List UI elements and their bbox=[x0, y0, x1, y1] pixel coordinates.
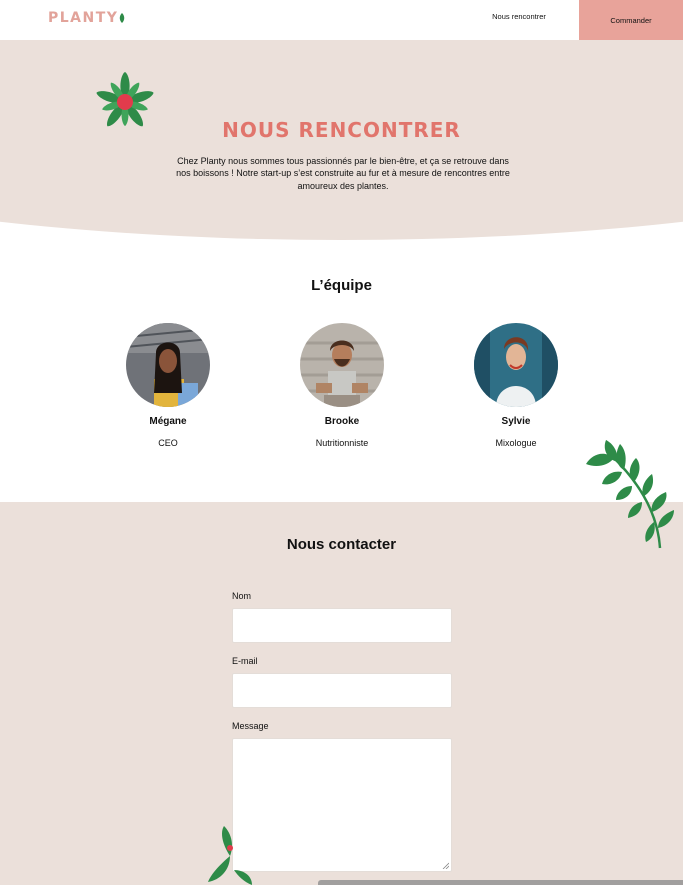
member-name: Sylvie bbox=[501, 416, 531, 427]
logo[interactable]: PLANTY bbox=[48, 10, 125, 26]
contact-title: Nous contacter bbox=[286, 536, 397, 553]
horizontal-scrollbar[interactable] bbox=[318, 880, 683, 885]
site-header: PLANTY Nous rencontrer Commander bbox=[0, 0, 683, 40]
member-name: Mégane bbox=[149, 416, 187, 427]
hero-description: Chez Planty nous sommes tous passionnés … bbox=[176, 156, 510, 191]
avatar bbox=[126, 323, 210, 407]
avatar bbox=[300, 323, 384, 407]
member-role: Nutritionniste bbox=[315, 438, 369, 448]
name-field[interactable] bbox=[232, 608, 452, 643]
member-role: Mixologue bbox=[495, 438, 537, 448]
message-label: Message bbox=[232, 721, 269, 731]
team-member: Mégane CEO bbox=[108, 323, 228, 448]
name-label: Nom bbox=[232, 591, 252, 601]
nav-link-nous-rencontrer[interactable]: Nous rencontrer bbox=[484, 12, 554, 21]
team-title: L’équipe bbox=[311, 277, 372, 294]
branch-icon bbox=[586, 440, 674, 549]
member-name: Brooke bbox=[324, 416, 360, 427]
page-title: NOUS RENCONTRER bbox=[222, 118, 461, 142]
leaf-icon bbox=[208, 826, 252, 885]
commander-button-label: Commander bbox=[610, 15, 652, 25]
avatar bbox=[474, 323, 558, 407]
email-field[interactable] bbox=[232, 673, 452, 708]
logo-text: PLANTY bbox=[48, 10, 119, 26]
commander-button[interactable]: Commander bbox=[579, 0, 683, 40]
team-member: Brooke Nutritionniste bbox=[282, 323, 402, 448]
message-field[interactable] bbox=[232, 738, 452, 872]
email-label: E-mail bbox=[232, 656, 258, 666]
team-member: Sylvie Mixologue bbox=[456, 323, 576, 448]
member-role: CEO bbox=[158, 438, 178, 448]
resize-handle-icon[interactable] bbox=[442, 862, 449, 869]
leaf-icon bbox=[120, 13, 125, 23]
